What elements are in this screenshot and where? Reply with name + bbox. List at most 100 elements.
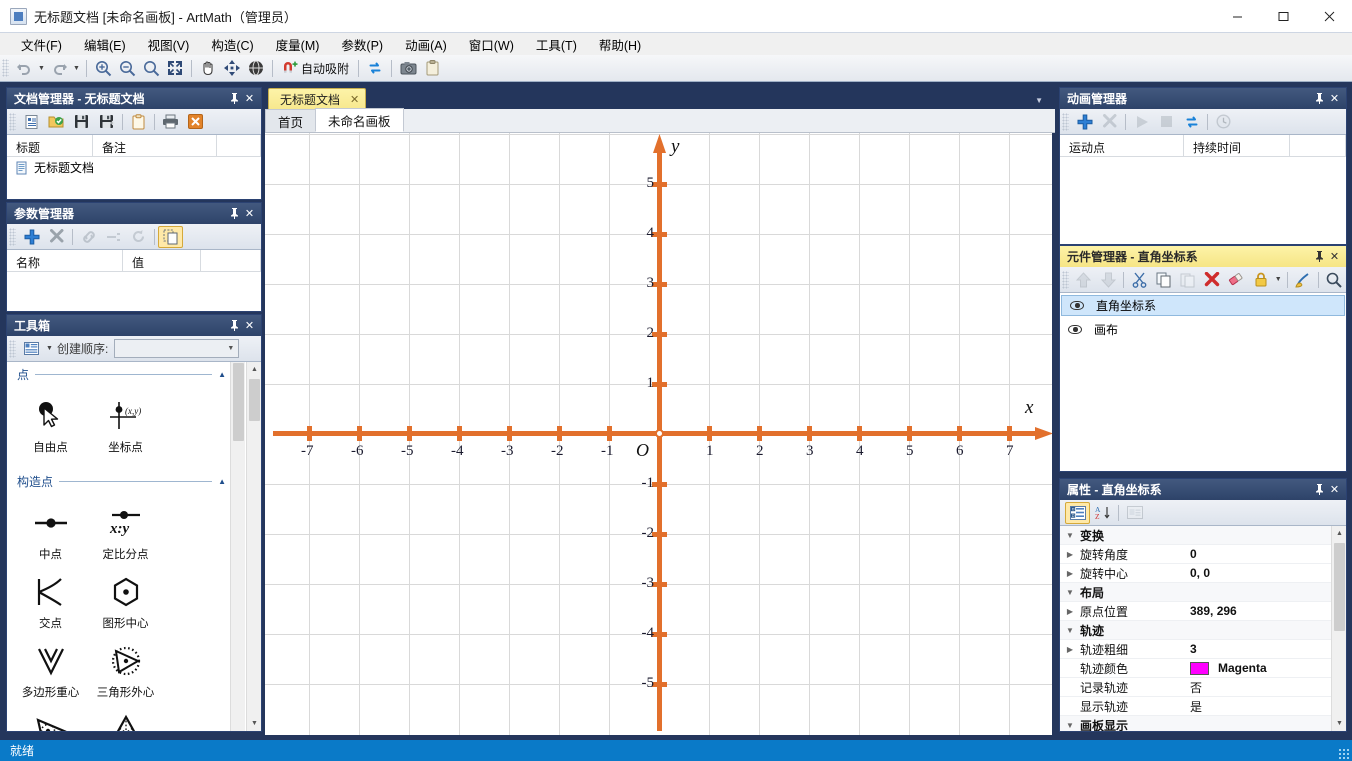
move-down-icon[interactable] [1096, 269, 1120, 291]
stop-icon[interactable] [1154, 111, 1179, 133]
undo-icon[interactable] [12, 57, 36, 79]
close-doc-icon[interactable] [183, 111, 208, 133]
property-value-color[interactable]: Magenta [1190, 661, 1331, 675]
maximize-button[interactable] [1260, 0, 1306, 32]
toolbar-grip[interactable] [2, 59, 9, 77]
lock-dropdown-icon[interactable]: ▼ [1273, 269, 1284, 291]
link-icon[interactable] [76, 226, 101, 248]
camera-icon[interactable] [396, 57, 420, 79]
search-icon[interactable] [1322, 269, 1346, 291]
cut-icon[interactable] [1127, 269, 1151, 291]
property-row[interactable]: 轨迹颜色 Magenta [1060, 659, 1331, 678]
redo-icon[interactable] [47, 57, 71, 79]
scrollbar-thumb[interactable] [233, 363, 244, 441]
move-icon[interactable] [220, 57, 244, 79]
close-icon[interactable]: ✕ [242, 317, 257, 334]
property-row[interactable]: ▶ 轨迹粗细 3 [1060, 640, 1331, 659]
property-row[interactable]: 记录轨迹 否 [1060, 678, 1331, 697]
paste-icon[interactable] [1176, 269, 1200, 291]
panel-grip[interactable] [9, 227, 16, 246]
refresh-icon[interactable] [363, 57, 387, 79]
zoom-select-icon[interactable] [139, 57, 163, 79]
property-row[interactable]: ▶ 旋转中心 0, 0 [1060, 564, 1331, 583]
lock-icon[interactable] [1249, 269, 1273, 291]
copy-icon[interactable] [1152, 269, 1176, 291]
tool-triangle-circumcenter[interactable]: 三角形外心 [88, 635, 163, 704]
close-icon[interactable]: ✕ [1327, 90, 1342, 107]
minus-icon[interactable] [101, 226, 126, 248]
pin-icon[interactable] [1312, 481, 1327, 498]
tool-polygon-centroid[interactable]: 多边形重心 [13, 635, 88, 704]
magnet-icon[interactable] [277, 57, 301, 79]
scroll-up-icon[interactable]: ▲ [1332, 526, 1346, 541]
close-icon[interactable]: ✕ [242, 90, 257, 107]
graph-canvas[interactable]: O x y -7 -6 -5 -4 -3 -2 -1 1 2 3 4 5 6 7… [265, 133, 1052, 735]
property-value[interactable]: 0 [1190, 547, 1331, 561]
chevron-down-icon[interactable]: ▼ [1060, 721, 1080, 730]
list-item[interactable]: 无标题文档 [7, 157, 261, 178]
scroll-up-icon[interactable]: ▲ [247, 362, 261, 377]
delete-icon[interactable] [1200, 269, 1224, 291]
chevron-up-icon[interactable]: ▲ [218, 477, 226, 486]
color-swatch[interactable] [1190, 661, 1209, 675]
scrollbar-thumb[interactable] [1334, 543, 1345, 631]
panel-grip[interactable] [1062, 112, 1069, 131]
panel-grip[interactable] [9, 339, 16, 358]
menu-view[interactable]: 视图(V) [137, 32, 201, 57]
chevron-right-icon[interactable]: ▶ [1060, 550, 1080, 559]
pin-icon[interactable] [1312, 248, 1327, 265]
chevron-right-icon[interactable]: ▶ [1060, 645, 1080, 654]
property-value[interactable]: 3 [1190, 642, 1331, 656]
pin-icon[interactable] [227, 317, 242, 334]
visibility-eye-icon[interactable] [1068, 325, 1082, 334]
pan-hand-icon[interactable] [196, 57, 220, 79]
property-value[interactable]: 389, 296 [1190, 604, 1331, 618]
property-row[interactable]: 显示轨迹 是 [1060, 697, 1331, 716]
toolbox-group-header-points[interactable]: 点 ▲ [7, 362, 230, 383]
chevron-down-icon[interactable]: ▼ [1060, 531, 1080, 540]
tool-free-point[interactable]: 自由点 [13, 390, 88, 459]
menu-file[interactable]: 文件(F) [10, 32, 73, 57]
tool-shape-center[interactable]: 图形中心 [88, 566, 163, 635]
property-pages-icon[interactable] [1122, 502, 1147, 524]
alphabetical-icon[interactable]: AZ [1090, 502, 1115, 524]
chevron-right-icon[interactable]: ▶ [1060, 607, 1080, 616]
tab-close-icon[interactable]: ✕ [350, 93, 359, 106]
tool-midpoint[interactable]: 中点 [13, 497, 88, 566]
menu-help[interactable]: 帮助(H) [588, 32, 652, 57]
save-icon[interactable] [69, 111, 94, 133]
close-icon[interactable]: ✕ [1327, 248, 1342, 265]
list-item[interactable]: 画布 [1060, 319, 1346, 340]
tool-triangle-orthocenter[interactable]: 三角形垂心 [88, 704, 163, 731]
list-item[interactable]: 直角坐标系 [1061, 295, 1345, 316]
tab-unnamed-board[interactable]: 未命名画板 [315, 108, 404, 132]
categorized-icon[interactable] [1065, 501, 1090, 524]
add-icon[interactable] [19, 226, 44, 248]
clipboard-icon[interactable] [420, 57, 444, 79]
sort-combo[interactable]: ▼ [114, 339, 240, 358]
menu-edit[interactable]: 编辑(E) [73, 32, 137, 57]
chevron-down-icon[interactable]: ▼ [1060, 626, 1080, 635]
move-up-icon[interactable] [1072, 269, 1096, 291]
panel-grip[interactable] [9, 112, 16, 131]
open-folder-icon[interactable] [44, 111, 69, 133]
globe-icon[interactable] [244, 57, 268, 79]
list-view-icon[interactable] [19, 338, 44, 360]
property-category-row[interactable]: ▼ 轨迹 [1060, 621, 1331, 640]
visibility-eye-icon[interactable] [1070, 301, 1084, 310]
auto-snap-label[interactable]: 自动吸附 [301, 60, 354, 77]
tool-ratio-point[interactable]: x:y 定比分点 [88, 497, 163, 566]
toolbox-group-header-construct-points[interactable]: 构造点 ▲ [7, 469, 230, 490]
chevron-right-icon[interactable]: ▶ [1060, 569, 1080, 578]
tool-triangle-incenter[interactable]: 三角形内心 [13, 704, 88, 731]
redo-dropdown-icon[interactable]: ▼ [71, 57, 82, 79]
new-doc-icon[interactable] [19, 111, 44, 133]
close-icon[interactable]: ✕ [1327, 481, 1342, 498]
close-icon[interactable]: ✕ [242, 205, 257, 222]
play-icon[interactable] [1129, 111, 1154, 133]
menu-parameter[interactable]: 参数(P) [330, 32, 394, 57]
delete-icon[interactable] [44, 226, 69, 248]
save-as-icon[interactable] [94, 111, 119, 133]
fit-screen-icon[interactable] [163, 57, 187, 79]
property-value[interactable]: 0, 0 [1190, 566, 1331, 580]
